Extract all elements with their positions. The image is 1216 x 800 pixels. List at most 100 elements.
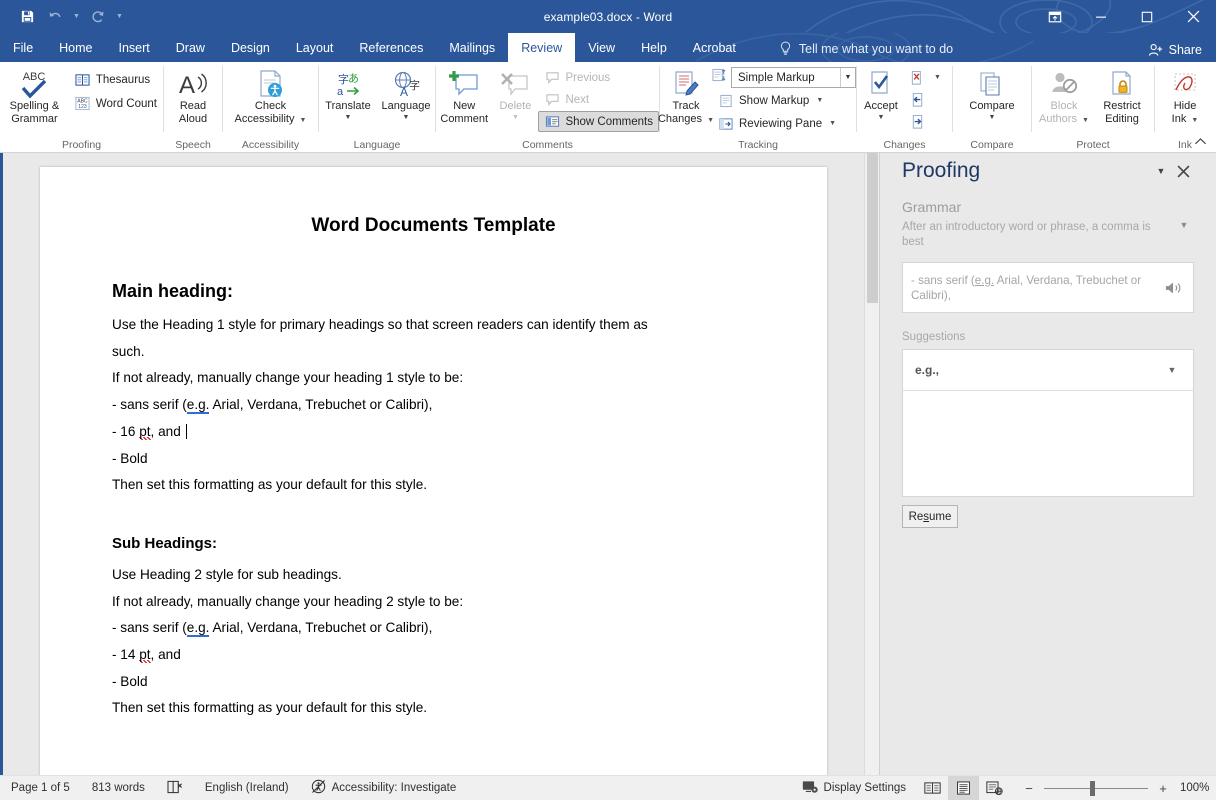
status-language[interactable]: English (Ireland): [194, 776, 300, 800]
thesaurus-button[interactable]: Thesaurus: [69, 69, 163, 90]
suggestion-caret-icon[interactable]: ▼: [1163, 365, 1181, 375]
zoom-slider-track: [1044, 788, 1148, 789]
collapse-ribbon-button[interactable]: [1190, 132, 1210, 150]
resume-button[interactable]: Resume: [902, 505, 958, 528]
tab-view[interactable]: View: [575, 33, 628, 62]
tab-design[interactable]: Design: [218, 33, 283, 62]
view-web-layout-button[interactable]: [979, 776, 1010, 800]
status-accessibility[interactable]: Accessibility: Investigate: [300, 776, 468, 800]
compare-caret-icon[interactable]: ▼: [989, 114, 996, 122]
hide-ink-button[interactable]: Hide Ink ▼: [1159, 65, 1211, 128]
tell-me-search[interactable]: Tell me what you want to do: [779, 41, 953, 62]
spelling-error-pt-1[interactable]: pt: [139, 424, 150, 440]
delete-comment-button[interactable]: Delete ▼: [492, 65, 538, 123]
proofing-error-box[interactable]: - sans serif (e.g. Arial, Verdana, Trebu…: [902, 262, 1194, 313]
document-scroll-area[interactable]: Word Documents Template Main heading: Us…: [3, 153, 879, 775]
next-change-button[interactable]: [905, 111, 941, 132]
block-authors-caret-icon[interactable]: ▼: [1082, 117, 1089, 124]
spelling-grammar-button[interactable]: ABC Spelling & Grammar: [0, 65, 69, 126]
translate-caret-icon[interactable]: ▼: [345, 114, 352, 122]
check-accessibility-caret-icon[interactable]: ▼: [300, 117, 307, 124]
show-markup-caret-icon[interactable]: ▼: [816, 97, 823, 104]
word-count-button[interactable]: ABC123 Word Count: [69, 93, 163, 114]
tab-home[interactable]: Home: [46, 33, 105, 62]
next-comment-button[interactable]: Next: [538, 89, 659, 110]
save-icon[interactable]: [14, 5, 40, 29]
tab-help[interactable]: Help: [628, 33, 680, 62]
track-changes-button[interactable]: Track Changes ▼: [660, 65, 712, 128]
status-display-settings[interactable]: Display Settings: [791, 776, 917, 800]
previous-change-button[interactable]: [905, 89, 941, 110]
show-markup-button[interactable]: Show Markup ▼: [712, 90, 856, 111]
language-caret-icon[interactable]: ▼: [403, 114, 410, 122]
accept-caret-icon[interactable]: ▼: [878, 114, 885, 122]
undo-dropdown-caret-icon[interactable]: ▼: [70, 5, 83, 29]
customize-quick-access-caret-icon[interactable]: ▼: [113, 5, 126, 29]
undo-icon[interactable]: [42, 5, 68, 29]
minimize-icon[interactable]: [1078, 0, 1124, 33]
status-page-number[interactable]: Page 1 of 5: [0, 776, 81, 800]
suggestion-item[interactable]: e.g., ▼: [903, 350, 1193, 391]
grammar-error-eg-1[interactable]: e.g.: [187, 397, 210, 414]
proofing-section-grammar: Grammar: [902, 199, 1194, 215]
delete-comment-caret-icon[interactable]: ▼: [512, 114, 519, 122]
maximize-icon[interactable]: [1124, 0, 1170, 33]
share-label: Share: [1169, 43, 1202, 57]
restrict-editing-button[interactable]: Restrict Editing: [1093, 65, 1151, 126]
tab-acrobat[interactable]: Acrobat: [680, 33, 749, 62]
compare-button[interactable]: Compare ▼: [960, 65, 1024, 123]
tab-insert[interactable]: Insert: [106, 33, 163, 62]
proofing-error-text: - sans serif (e.g. Arial, Verdana, Trebu…: [911, 273, 1161, 303]
paragraph-s2-l2: If not already, manually change your hea…: [112, 589, 755, 616]
grammar-error-eg-2[interactable]: e.g.: [187, 620, 210, 637]
close-icon[interactable]: [1170, 0, 1216, 33]
s1-l4-pre: - 16: [112, 424, 139, 439]
block-authors-button[interactable]: Block Authors ▼: [1035, 65, 1093, 128]
ribbon-group-label-comments: Comments: [436, 137, 659, 153]
proofing-description-row: After an introductory word or phrase, a …: [902, 220, 1194, 250]
tab-draw[interactable]: Draw: [163, 33, 218, 62]
document-vertical-scrollbar[interactable]: [864, 153, 879, 775]
document-body[interactable]: Word Documents Template Main heading: Us…: [40, 167, 827, 722]
tab-layout[interactable]: Layout: [283, 33, 347, 62]
hide-ink-caret-icon[interactable]: ▼: [1191, 117, 1198, 124]
workspace: Word Documents Template Main heading: Us…: [0, 153, 1216, 775]
tab-review[interactable]: Review: [508, 33, 575, 62]
tab-file[interactable]: File: [0, 33, 46, 62]
zoom-slider-thumb[interactable]: [1090, 781, 1095, 796]
accept-button[interactable]: Accept ▼: [857, 65, 905, 123]
view-read-mode-button[interactable]: [917, 776, 948, 800]
pane-options-caret-icon[interactable]: ▼: [1150, 160, 1172, 182]
reject-caret-icon[interactable]: ▼: [934, 74, 941, 81]
share-button[interactable]: Share: [1148, 43, 1202, 57]
read-aloud-speaker-icon[interactable]: [1161, 280, 1185, 296]
previous-comment-button[interactable]: Previous: [538, 67, 659, 88]
reject-button[interactable]: [905, 67, 929, 88]
reviewing-pane-caret-icon[interactable]: ▼: [829, 120, 836, 127]
spelling-error-pt-2[interactable]: pt: [139, 647, 150, 663]
zoom-percentage[interactable]: 100%: [1180, 782, 1216, 794]
document-page[interactable]: Word Documents Template Main heading: Us…: [40, 167, 827, 775]
zoom-out-button[interactable]: −: [1022, 782, 1036, 795]
check-accessibility-button[interactable]: Check Accessibility ▼: [225, 65, 317, 128]
zoom-slider[interactable]: [1044, 781, 1148, 796]
markup-display-caret-icon[interactable]: ▼: [840, 68, 855, 87]
translate-button[interactable]: 字 あ a Translate ▼: [319, 65, 377, 123]
redo-icon[interactable]: [85, 5, 111, 29]
read-aloud-button[interactable]: A Read Aloud: [166, 65, 220, 126]
show-comments-button[interactable]: Show Comments: [538, 111, 659, 132]
tab-mailings[interactable]: Mailings: [436, 33, 508, 62]
reviewing-pane-button[interactable]: Reviewing Pane ▼: [712, 113, 856, 134]
new-comment-button[interactable]: New Comment: [436, 65, 492, 126]
ribbon-display-options-icon[interactable]: [1032, 0, 1078, 33]
pane-close-icon[interactable]: [1172, 160, 1194, 182]
view-print-layout-button[interactable]: [948, 776, 979, 800]
status-proofing-errors[interactable]: [156, 776, 194, 800]
status-word-count[interactable]: 813 words: [81, 776, 156, 800]
markup-display-combo[interactable]: Simple Markup ▼: [731, 67, 856, 88]
language-button[interactable]: A 字 Language ▼: [377, 65, 435, 123]
zoom-in-button[interactable]: +: [1156, 782, 1170, 795]
tab-references[interactable]: References: [346, 33, 436, 62]
scrollbar-thumb[interactable]: [867, 153, 878, 303]
proofing-description-caret-icon[interactable]: ▼: [1174, 220, 1194, 230]
